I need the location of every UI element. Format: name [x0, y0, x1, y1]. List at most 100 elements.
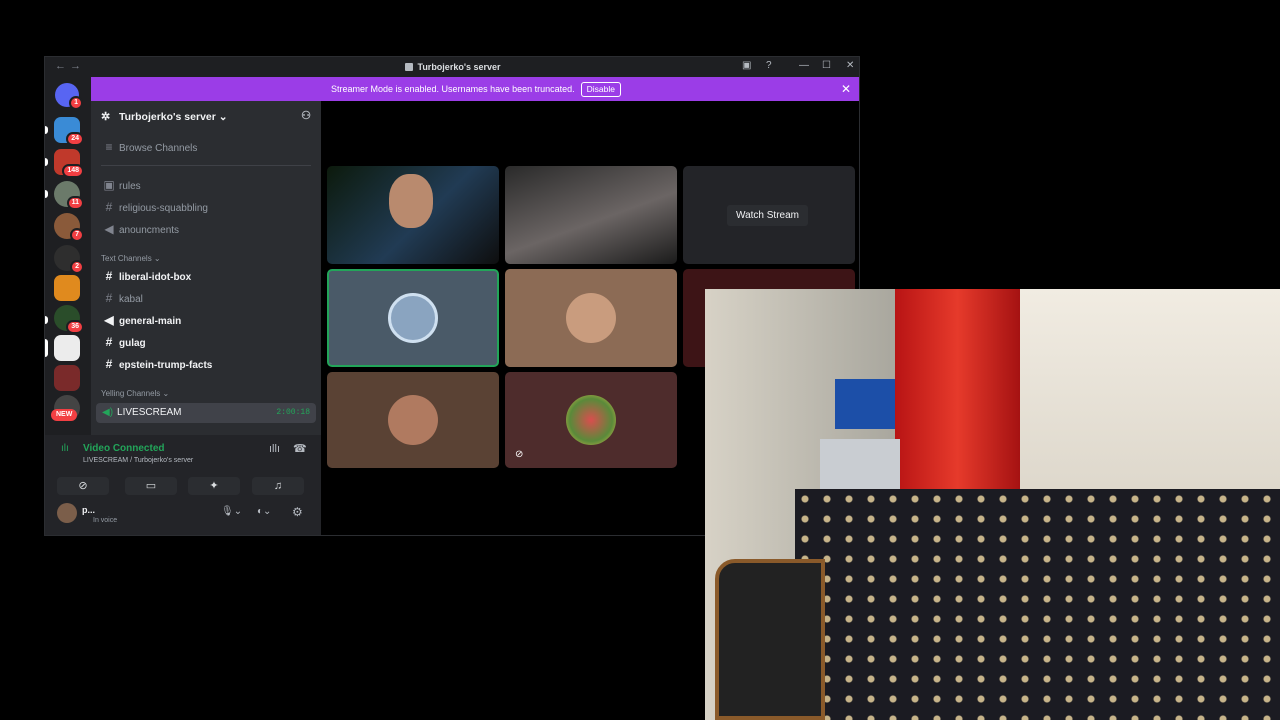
- camera-off-button[interactable]: ⊘: [57, 477, 109, 495]
- close-button[interactable]: ✕: [846, 60, 854, 71]
- channel-liberal-idot-box[interactable]: # liberal-idot-box: [101, 267, 311, 285]
- avatar: [566, 293, 616, 343]
- settings-gear-icon[interactable]: ⚙: [292, 505, 303, 519]
- unread-badge: 11: [66, 196, 84, 210]
- channel-epstein-trump-facts[interactable]: # epstein-trump-facts: [101, 355, 311, 373]
- browse-icon: ≡: [105, 140, 113, 154]
- muted-mic-icon: ⊘: [515, 449, 524, 460]
- divider: [101, 165, 311, 166]
- channel-rules[interactable]: ▣ rules: [101, 176, 311, 194]
- new-badge: NEW: [51, 409, 78, 421]
- title-bar: ←→ Turbojerko's server ▣ ? — ☐ ✕: [45, 57, 859, 77]
- channel-label: epstein-trump-facts: [119, 360, 213, 371]
- participant-tile[interactable]: [505, 269, 677, 367]
- guild-icon[interactable]: 148: [54, 149, 84, 178]
- server-name[interactable]: Turbojerko's server ⌄: [119, 111, 228, 123]
- hash-icon: #: [105, 291, 113, 305]
- unread-badge: 24: [66, 132, 84, 146]
- participant-tile-speaking[interactable]: [327, 269, 499, 367]
- signal-icon[interactable]: ılı: [61, 443, 69, 454]
- channel-religious-squabbling[interactable]: # religious-squabbling: [101, 198, 311, 216]
- channel-label: general-main: [119, 316, 182, 327]
- rules-icon: ▣: [103, 178, 115, 192]
- disconnect-icon[interactable]: ☎: [293, 442, 307, 455]
- guild-icon-current[interactable]: [54, 335, 80, 361]
- inbox-icon[interactable]: ▣: [742, 60, 751, 71]
- user-name[interactable]: p...: [82, 505, 95, 515]
- minimize-button[interactable]: —: [799, 60, 809, 71]
- channel-label: gulag: [119, 338, 146, 349]
- video-connected-status[interactable]: Video Connected: [83, 443, 165, 454]
- watch-stream-button[interactable]: Watch Stream: [727, 205, 808, 226]
- hash-icon: #: [105, 357, 113, 371]
- video-tile-room[interactable]: [505, 166, 677, 264]
- channel-gulag[interactable]: # gulag: [101, 333, 311, 351]
- channel-label: liberal-idot-box: [119, 272, 192, 283]
- soundboard-icon: ♫: [273, 480, 283, 492]
- yelling-channels-category[interactable]: Yelling Channels ⌄: [101, 389, 169, 398]
- discord-home-icon[interactable]: 1: [55, 83, 83, 110]
- browse-channels[interactable]: ≡ Browse Channels: [101, 138, 311, 156]
- noise-suppression-icon[interactable]: ıllı: [269, 443, 280, 455]
- microphone-icon[interactable]: 🎙︎⌄: [221, 506, 242, 517]
- add-user-icon[interactable]: ⚇: [301, 109, 311, 122]
- hash-icon: #: [105, 269, 113, 283]
- bed-cover: [795, 489, 1280, 720]
- unread-badge: 7: [70, 228, 84, 242]
- channel-anouncments[interactable]: ◀ anouncments: [101, 220, 311, 238]
- guild-icon[interactable]: [54, 365, 80, 391]
- text-channels-category[interactable]: Text Channels ⌄: [101, 254, 161, 263]
- guild-icon[interactable]: 7: [54, 213, 84, 242]
- unread-pill: [45, 126, 48, 134]
- stream-tile[interactable]: Watch Stream: [683, 166, 855, 264]
- hash-icon: #: [105, 200, 113, 214]
- selected-pill: [45, 339, 48, 357]
- banner-close-icon[interactable]: ✕: [841, 77, 851, 101]
- guild-icon[interactable]: 11: [54, 181, 84, 210]
- video-feed: [389, 174, 433, 228]
- voice-channel-label: LIVESCREAM: [117, 407, 182, 418]
- guild-icon[interactable]: 2: [54, 245, 84, 274]
- disable-button[interactable]: Disable: [580, 82, 621, 97]
- participant-tile[interactable]: ⊘: [505, 372, 677, 468]
- megaphone-icon: ◀: [104, 222, 114, 236]
- server-icon: [405, 63, 414, 71]
- channel-general-main[interactable]: ◀ general-main: [101, 311, 311, 329]
- unread-badge: 2: [70, 260, 84, 274]
- user-status: In voice: [93, 517, 118, 524]
- guild-icon[interactable]: [54, 275, 80, 301]
- boxes: [835, 379, 895, 429]
- channel-label: kabal: [119, 294, 143, 305]
- headphones-icon[interactable]: ◐⌄: [257, 506, 271, 517]
- avatar[interactable]: [57, 503, 77, 523]
- channel-label: anouncments: [119, 225, 180, 236]
- share-screen-button[interactable]: ▭: [125, 477, 177, 495]
- megaphone-icon: ◀: [104, 313, 114, 327]
- help-icon[interactable]: ?: [766, 60, 772, 71]
- camera-off-icon: ⊘: [78, 480, 88, 492]
- voice-timer: 2:00:18: [276, 408, 310, 417]
- unread-badge: 36: [66, 320, 84, 334]
- unread-pill: [45, 316, 48, 324]
- hash-icon: #: [105, 335, 113, 349]
- unread-badge: 1: [69, 96, 83, 110]
- voice-location: LIVESCREAM / Turbojerko's server: [83, 457, 194, 464]
- guild-icon[interactable]: 24: [54, 117, 84, 146]
- window-title: Turbojerko's server: [45, 62, 859, 72]
- video-tile-webcam[interactable]: [327, 166, 499, 264]
- wall-right: [1020, 289, 1280, 509]
- activities-button[interactable]: ✦: [188, 477, 240, 495]
- screen-share-icon: ▭: [145, 480, 157, 492]
- guild-icon[interactable]: 36: [54, 305, 84, 334]
- activities-icon: ✦: [209, 480, 219, 492]
- voice-panel: ılı Video Connected LIVESCREAM / Turboje…: [45, 435, 321, 535]
- voice-channel-livescream[interactable]: ◀) LIVESCREAM 2:00:18: [96, 403, 316, 423]
- maximize-button[interactable]: ☐: [822, 60, 831, 71]
- browse-label: Browse Channels: [119, 143, 198, 154]
- unread-pill: [45, 190, 48, 198]
- streamer-mode-banner: Streamer Mode is enabled. Usernames have…: [91, 77, 859, 101]
- participant-tile[interactable]: [327, 372, 499, 468]
- channel-kabal[interactable]: # kabal: [101, 289, 311, 307]
- soundboard-button[interactable]: ♫: [252, 477, 304, 495]
- server-header[interactable]: ✲ Turbojerko's server ⌄ ⚇: [91, 101, 321, 133]
